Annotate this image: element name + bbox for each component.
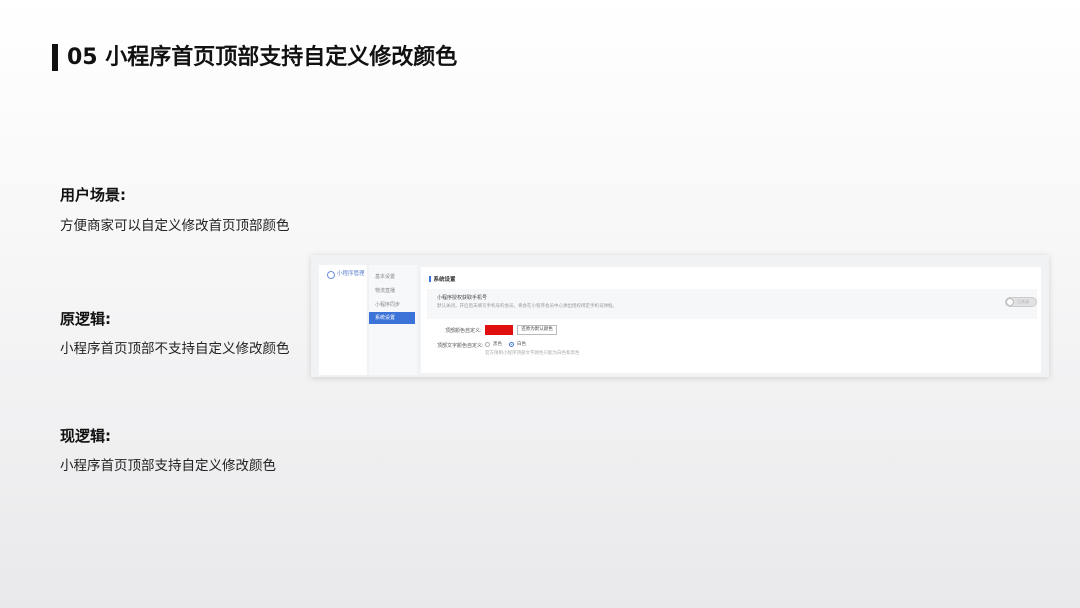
radio-black-label: 黑色 <box>493 342 502 347</box>
menu-item-sync[interactable]: 小程序同步 <box>369 299 415 311</box>
miniprogram-icon <box>327 271 335 279</box>
phone-auth-row: 小程序授权获取手机号 默认关闭，开启后未填写手机号的会员，将会在小程序会员中心弹… <box>427 289 1037 319</box>
option-description: 默认关闭，开启后未填写手机号的会员，将会在小程序会员中心弹出授权绑定手机号弹框。 <box>437 304 617 309</box>
phone-auth-toggle[interactable]: 已关闭 <box>1005 297 1037 307</box>
user-scenario-label: 用户场景: <box>60 186 126 204</box>
color-label: 顶部颜色自定义: <box>445 328 482 334</box>
brand-panel: 小程序管理 <box>319 265 367 375</box>
toggle-label: 已关闭 <box>1017 299 1029 304</box>
new-logic-label: 现逻辑: <box>60 427 111 445</box>
settings-screenshot: 小程序管理 基本设置 物流直播 小程序同步 系统设置 系统设置 小程序授权获取手… <box>311 255 1049 377</box>
radio-white[interactable] <box>509 342 514 347</box>
radio-white-label: 白色 <box>517 342 526 347</box>
title-accent-bar <box>52 44 58 71</box>
menu-item-basic[interactable]: 基本设置 <box>369 271 415 283</box>
settings-content: 系统设置 小程序授权获取手机号 默认关闭，开启后未填写手机号的会员，将会在小程序… <box>421 267 1041 373</box>
settings-menu: 基本设置 物流直播 小程序同步 系统设置 <box>369 265 417 375</box>
font-color-label: 顶部文字颜色自定义: <box>437 343 484 349</box>
toggle-knob <box>1006 298 1014 306</box>
old-logic-label: 原逻辑: <box>60 310 111 328</box>
section-title: 系统设置 <box>429 275 456 283</box>
menu-item-live[interactable]: 物流直播 <box>369 285 415 297</box>
radio-black[interactable] <box>485 342 490 347</box>
menu-item-system[interactable]: 系统设置 <box>369 312 415 324</box>
font-color-hint: 官方限制小程序顶部文字颜色只能为白色和黑色 <box>485 351 580 356</box>
user-scenario-text: 方便商家可以自定义修改首页顶部颜色 <box>60 218 290 234</box>
reset-color-button[interactable]: 还原为默认颜色 <box>517 325 557 335</box>
brand-label: 小程序管理 <box>337 271 365 277</box>
new-logic-text: 小程序首页顶部支持自定义修改颜色 <box>60 458 276 474</box>
old-logic-text: 小程序首页顶部不支持自定义修改颜色 <box>60 341 290 357</box>
color-picker-swatch[interactable] <box>485 325 513 335</box>
option-title: 小程序授权获取手机号 <box>437 295 488 301</box>
slide-title: 05 小程序首页顶部支持自定义修改颜色 <box>67 45 458 70</box>
